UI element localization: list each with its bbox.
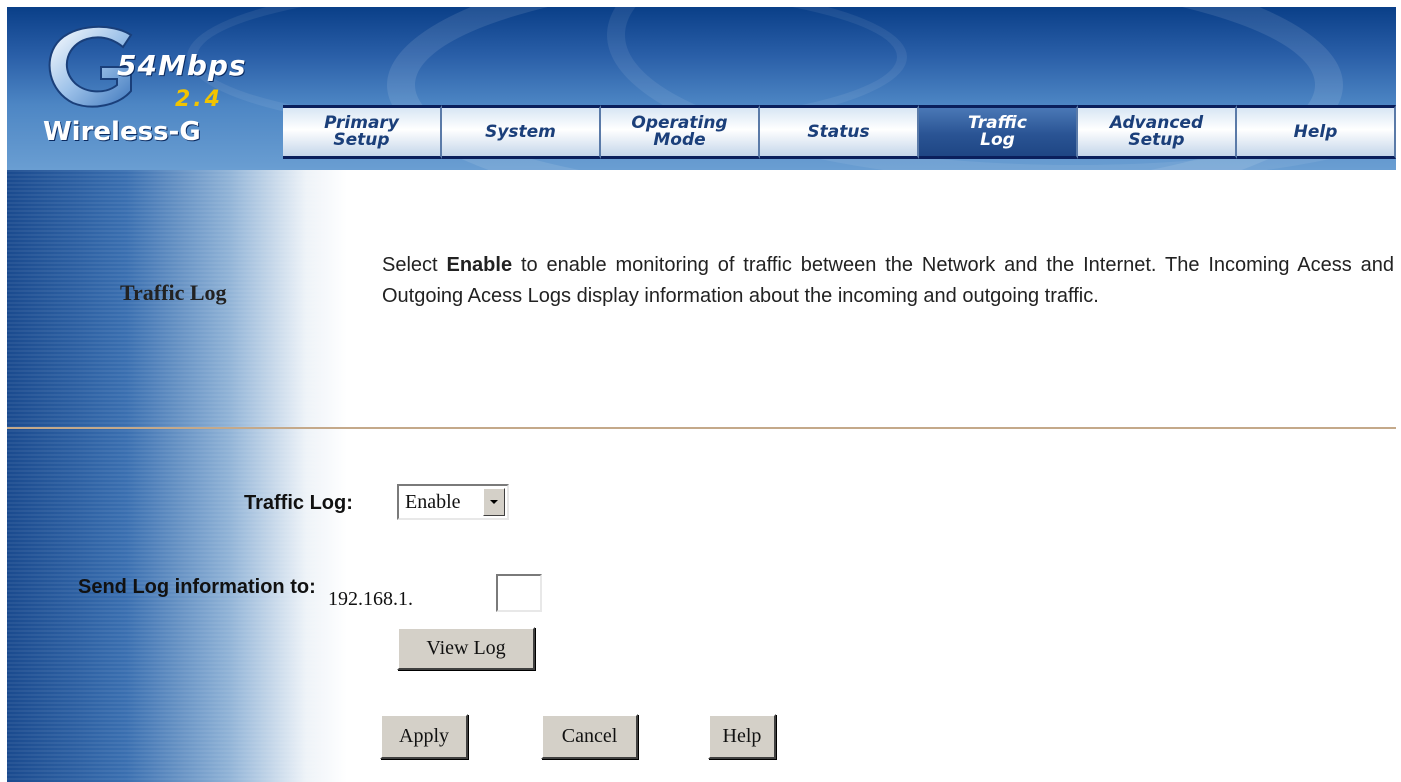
apply-button[interactable]: Apply (380, 714, 468, 759)
tab-system[interactable]: System (442, 105, 601, 159)
dropdown-arrow-icon[interactable] (483, 488, 505, 516)
chevron-down-icon (490, 500, 498, 504)
traffic-log-selected-value: Enable (405, 490, 461, 513)
description-text-bold: Enable (446, 254, 513, 276)
send-log-label: Send Log information to: (78, 576, 316, 598)
view-log-button[interactable]: View Log (397, 627, 535, 670)
main-nav-tabs: Primary Setup System Operating Mode Stat… (283, 105, 1396, 159)
tab-advanced-setup[interactable]: Advanced Setup (1078, 105, 1237, 159)
ip-prefix-text: 192.168.1. (328, 588, 413, 610)
brand-logo: 54Mbps 2.4 Wireless-G (29, 15, 269, 155)
header-banner: 54Mbps 2.4 Wireless-G Primary Setup Syst… (7, 7, 1396, 170)
cancel-button[interactable]: Cancel (541, 714, 638, 759)
description-text-start: Select (382, 254, 447, 276)
tab-primary-setup[interactable]: Primary Setup (283, 105, 442, 159)
description-text-end: to enable monitoring of traffic between … (382, 254, 1394, 307)
section-divider (7, 427, 1396, 429)
tab-operating-mode[interactable]: Operating Mode (601, 105, 760, 159)
logo-band-text: 2.4 (175, 87, 223, 112)
sidebar-gradient-panel (7, 170, 347, 782)
help-button[interactable]: Help (708, 714, 776, 759)
tab-status[interactable]: Status (760, 105, 919, 159)
page-description: Select Enable to enable monitoring of tr… (382, 250, 1394, 312)
logo-product-name: Wireless-G (43, 117, 201, 147)
traffic-log-label: Traffic Log: (244, 492, 353, 514)
ip-last-octet-input[interactable] (496, 574, 542, 612)
traffic-log-select[interactable]: Enable (397, 484, 509, 520)
tab-help[interactable]: Help (1237, 105, 1396, 159)
page-title: Traffic Log (120, 280, 227, 305)
logo-speed-text: 54Mbps (117, 49, 247, 82)
tab-traffic-log[interactable]: Traffic Log (919, 105, 1078, 159)
